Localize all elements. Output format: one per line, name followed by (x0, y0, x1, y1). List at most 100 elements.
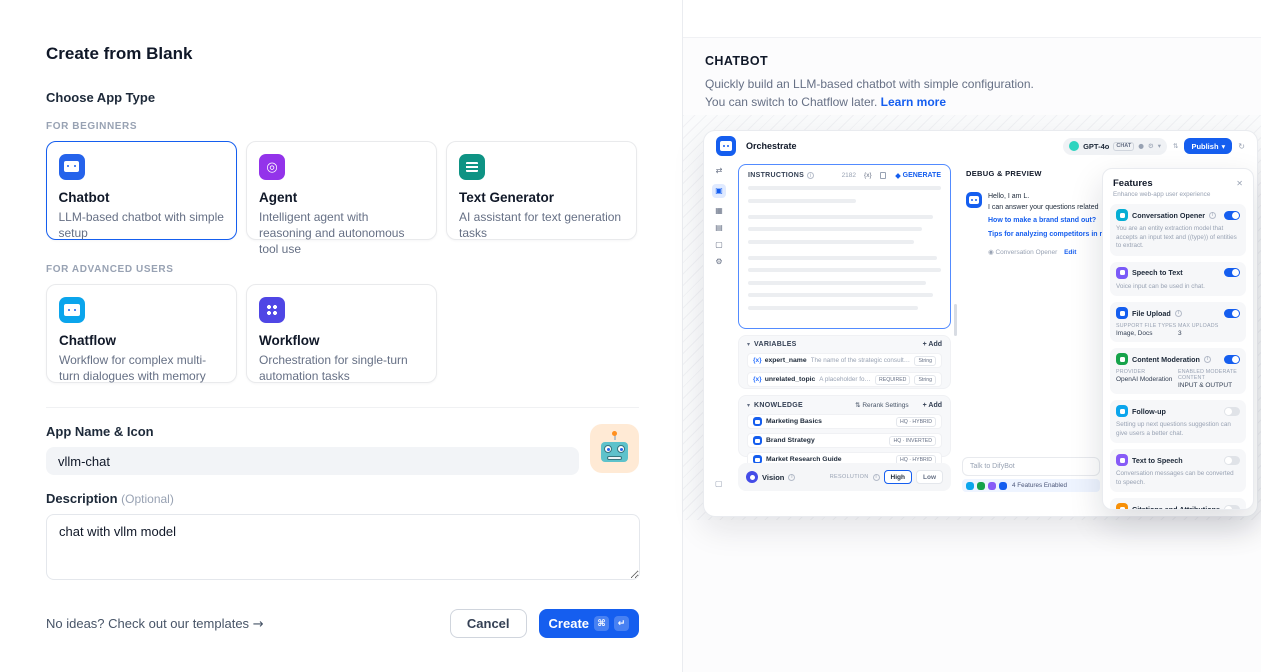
app-type-desc: Orchestration for single-turn automation… (259, 352, 424, 384)
info-icon (873, 474, 880, 481)
chat-mode-badge: CHAT (1113, 142, 1134, 151)
scrollbar (954, 304, 957, 336)
resolution-low-chip: Low (916, 470, 943, 484)
app-type-desc: Intelligent agent with reasoning and aut… (259, 209, 424, 258)
variables-token-icon: {x} (864, 172, 872, 179)
citations-icon (1116, 503, 1128, 510)
variable-row: {x} expert_name The name of the strategi… (747, 353, 942, 368)
debug-preview-panel: DEBUG & PREVIEW Hello, I am L. I can ans… (960, 161, 1105, 516)
chevron-down-icon: ▾ (1158, 142, 1161, 150)
resolution-high-chip: High (884, 470, 912, 484)
gear-nav-icon: ⚙ (715, 258, 722, 266)
app-type-card-workflow[interactable]: Workflow Orchestration for single-turn a… (246, 284, 437, 383)
app-type-card-text-generator[interactable]: Text Generator AI assistant for text gen… (446, 141, 637, 240)
enter-key-icon: ↵ (614, 616, 629, 631)
workflow-icon (259, 297, 285, 323)
copy-icon (880, 172, 886, 179)
feature-toggle (1224, 355, 1240, 364)
skeleton-line (748, 186, 941, 190)
edit-link: Edit (1064, 249, 1076, 256)
description-textarea[interactable]: chat with vllm model (46, 514, 640, 580)
create-app-dialog: Create from Blank Choose App Type FOR BE… (0, 0, 683, 672)
choose-app-type-label: Choose App Type (46, 90, 639, 105)
sparkle-icon (895, 173, 901, 179)
dialog-title: Create from Blank (46, 44, 639, 64)
index-mode-chip: HQ · INVERTED (889, 436, 936, 446)
variables-panel: ▾ VARIABLES + Add {x} expert_name The na… (738, 335, 951, 389)
feature-mini-icon (988, 482, 996, 490)
publish-button: Publish ▾ (1184, 138, 1232, 154)
skeleton-line (748, 256, 937, 260)
collapse-icon: ▢ (715, 479, 723, 488)
app-type-card-chatflow[interactable]: Chatflow Workflow for complex multi-turn… (46, 284, 237, 383)
info-icon (1209, 212, 1216, 219)
orchestrate-title: Orchestrate (746, 141, 797, 151)
agent-icon: ◎ (259, 154, 285, 180)
text-to-speech-icon (1116, 454, 1128, 466)
templates-link[interactable]: No ideas? Check out our templates → (46, 616, 264, 632)
preview-heading: CHATBOT (705, 54, 1065, 68)
feature-mini-icon (977, 482, 985, 490)
preview-pane: CHATBOT Quickly build an LLM-based chatb… (683, 0, 1261, 672)
variables-label: VARIABLES (754, 341, 797, 348)
knowledge-panel: ▾ KNOWLEDGE ⇅ Rerank Settings + Add Mark… (738, 395, 951, 457)
index-mode-chip: HQ · HYBRID (896, 417, 936, 427)
arrow-right-icon: → (253, 617, 264, 632)
feature-card-text-to-speech: Text to Speech Conversation messages can… (1110, 449, 1246, 492)
feature-mini-icon (999, 482, 1007, 490)
chatbot-icon (59, 154, 85, 180)
chatflow-icon (59, 297, 85, 323)
skeleton-line (748, 306, 918, 310)
chevron-down-icon: ▾ (1222, 142, 1226, 151)
cmd-key-icon: ⌘ (594, 616, 609, 631)
docs-nav-icon: ▢ (715, 241, 723, 249)
feature-toggle (1224, 211, 1240, 220)
debug-preview-label: DEBUG & PREVIEW (966, 169, 1105, 178)
app-type-name: Agent (259, 190, 424, 205)
feature-mini-icon (966, 482, 974, 490)
app-type-card-agent[interactable]: ◎ Agent Intelligent agent with reasoning… (246, 141, 437, 240)
feature-card-conversation-opener: Conversation Opener You are an entity ex… (1110, 204, 1246, 256)
cancel-button[interactable]: Cancel (450, 609, 527, 638)
app-bot-icon (716, 136, 736, 156)
app-type-name: Chatflow (59, 333, 224, 348)
knowledge-row: Brand Strategy HQ · INVERTED (747, 433, 942, 448)
beginner-cards-row: Chatbot LLM-based chatbot with simple se… (46, 141, 639, 240)
create-button[interactable]: Create ⌘ ↵ (539, 609, 639, 638)
feature-toggle (1224, 309, 1240, 318)
app-icon-picker[interactable] (590, 424, 639, 473)
features-enabled-bar: 4 Features Enabled (962, 479, 1100, 492)
chat-input: Talk to DifyBot (962, 457, 1100, 476)
history-icon: ↻ (1238, 142, 1245, 151)
features-title: Features (1113, 178, 1153, 189)
generate-button: GENERATE (896, 172, 941, 179)
vision-row: Vision RESOLUTION High Low (738, 463, 951, 491)
add-knowledge-button: + Add (923, 402, 942, 409)
info-icon (788, 474, 795, 481)
chevron-down-icon: ▾ (747, 402, 750, 409)
preview-description: Quickly build an LLM-based chatbot with … (705, 75, 1055, 111)
skeleton-line (748, 281, 926, 285)
instructions-panel: INSTRUCTIONS 2182 {x} GENERATE (738, 164, 951, 329)
speech-to-text-icon (1116, 267, 1128, 279)
rerank-settings-button: ⇅ Rerank Settings (855, 401, 909, 409)
dataset-icon (753, 417, 762, 426)
type-chip: String (914, 375, 936, 385)
app-type-name: Chatbot (59, 190, 225, 205)
file-upload-icon (1116, 307, 1128, 319)
app-type-card-chatbot[interactable]: Chatbot LLM-based chatbot with simple se… (46, 141, 237, 240)
learn-more-link[interactable]: Learn more (881, 95, 946, 109)
resolution-label: RESOLUTION (830, 474, 869, 480)
description-label: Description (Optional) (46, 491, 639, 506)
feature-card-follow-up: Follow-up Setting up next questions sugg… (1110, 400, 1246, 443)
info-icon (1175, 310, 1182, 317)
features-subtitle: Enhance web-app user experience (1113, 191, 1243, 198)
token-count: 2182 (842, 172, 856, 179)
knowledge-row: Marketing Basics HQ · HYBRID (747, 414, 942, 429)
app-type-name: Text Generator (459, 190, 624, 205)
bot-avatar (966, 192, 982, 208)
sliders-icon: ⇅ (1173, 142, 1178, 150)
skeleton-line (748, 199, 856, 203)
app-name-input[interactable] (46, 447, 579, 475)
feature-toggle (1224, 505, 1240, 511)
